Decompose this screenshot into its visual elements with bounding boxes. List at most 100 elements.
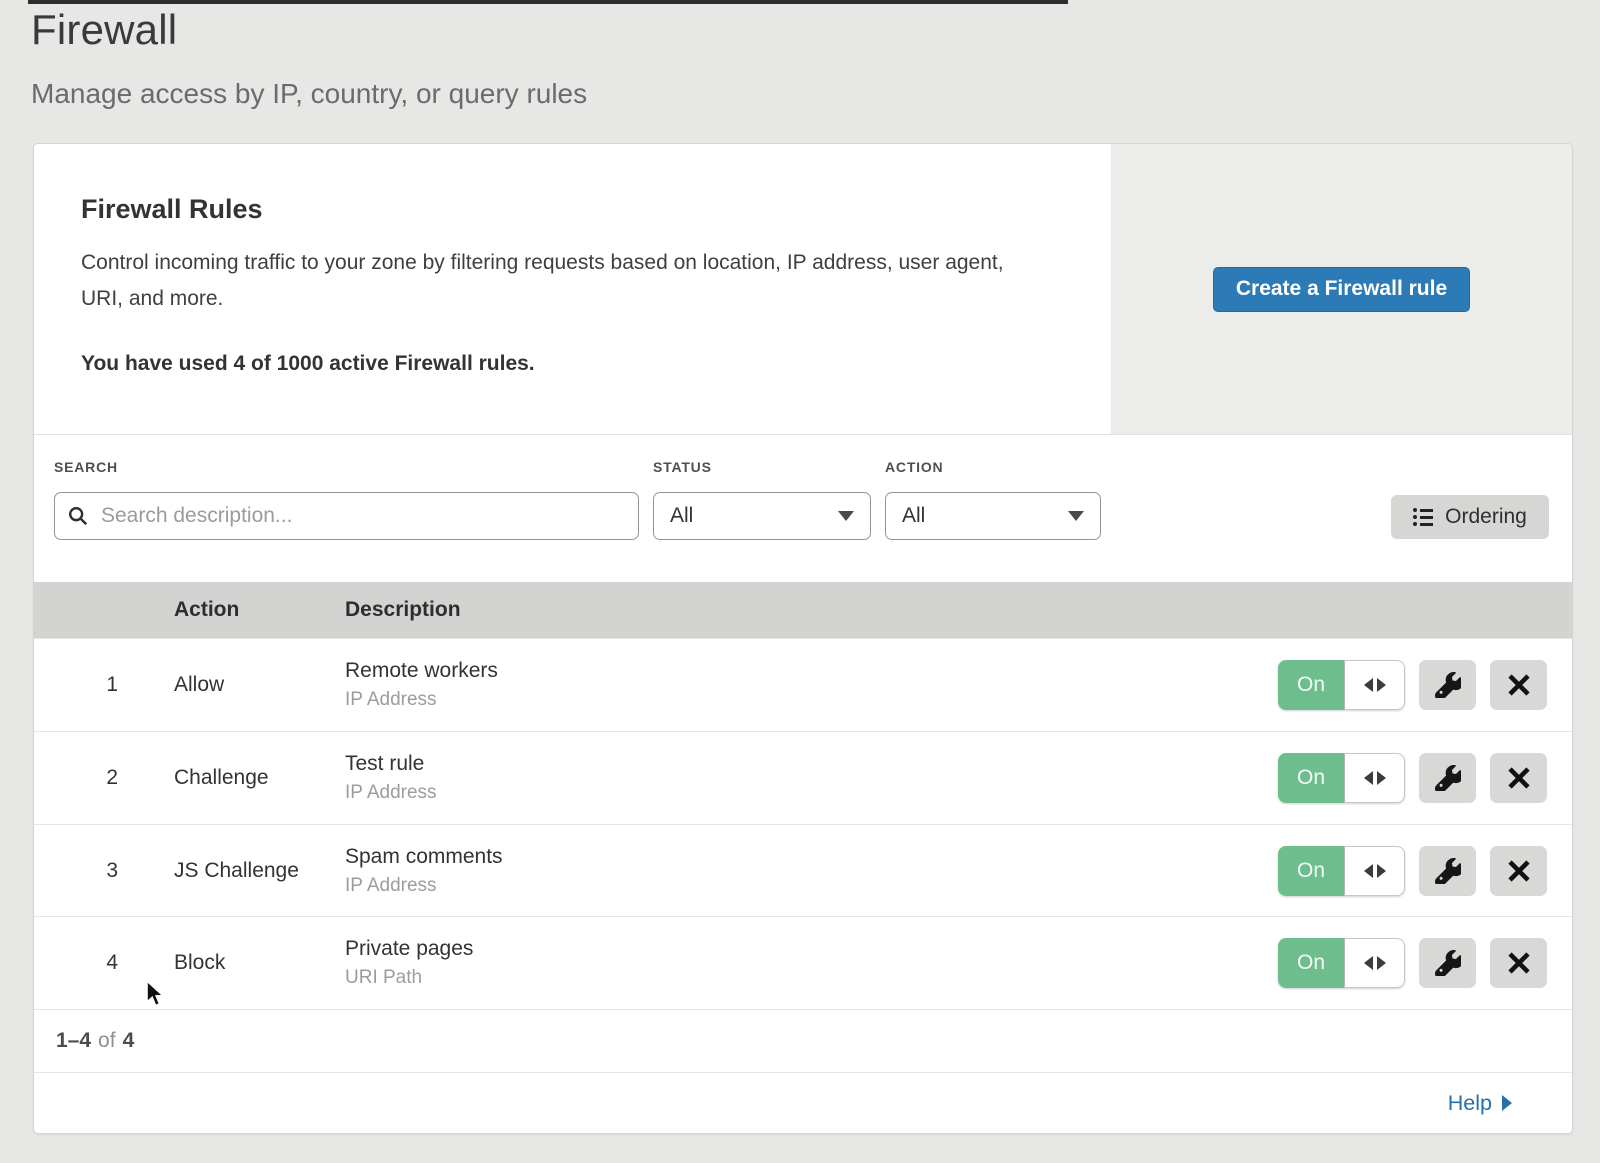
toggle-on-state[interactable]: On xyxy=(1278,753,1344,803)
rule-priority: 3 xyxy=(34,859,167,883)
rule-description: Private pages xyxy=(345,937,1278,961)
ordering-button[interactable]: Ordering xyxy=(1391,495,1549,539)
usage-summary: You have used 4 of 1000 active Firewall … xyxy=(81,352,1071,376)
rule-action: Challenge xyxy=(167,766,345,790)
rule-priority: 2 xyxy=(34,766,167,790)
wrench-icon xyxy=(1435,950,1461,976)
action-selected-value: All xyxy=(902,504,925,528)
delete-rule-button[interactable] xyxy=(1490,660,1547,710)
edit-rule-button[interactable] xyxy=(1419,938,1476,988)
arrow-left-icon xyxy=(1364,678,1373,692)
page-subtitle: Manage access by IP, country, or query r… xyxy=(31,78,587,110)
close-icon xyxy=(1507,951,1531,975)
rule-description-cell: Remote workers IP Address xyxy=(345,659,1278,711)
rule-enabled-toggle[interactable]: On xyxy=(1278,938,1405,988)
toggle-drag-handle[interactable] xyxy=(1344,938,1405,988)
rule-description-cell: Test rule IP Address xyxy=(345,752,1278,804)
table-row: 2 Challenge Test rule IP Address On xyxy=(34,731,1572,824)
rule-controls: On xyxy=(1278,846,1572,896)
wrench-icon xyxy=(1435,858,1461,884)
create-firewall-rule-button[interactable]: Create a Firewall rule xyxy=(1213,267,1470,312)
intro-text-block: Firewall Rules Control incoming traffic … xyxy=(34,144,1111,434)
page-title: Firewall xyxy=(31,6,177,54)
rule-enabled-toggle[interactable]: On xyxy=(1278,753,1405,803)
rule-match-type: URI Path xyxy=(345,967,1278,989)
rule-description: Spam comments xyxy=(345,845,1278,869)
section-heading: Firewall Rules xyxy=(81,194,1071,225)
rule-priority: 1 xyxy=(34,673,167,697)
pagination-total: 4 xyxy=(123,1029,135,1053)
rule-priority: 4 xyxy=(34,951,167,975)
rule-description: Test rule xyxy=(345,752,1278,776)
action-column-header: Action xyxy=(167,598,345,622)
toggle-drag-handle[interactable] xyxy=(1344,753,1405,803)
description-column-header: Description xyxy=(345,598,1572,622)
ordering-button-label: Ordering xyxy=(1445,505,1527,529)
rule-description-cell: Spam comments IP Address xyxy=(345,845,1278,897)
arrow-right-icon xyxy=(1377,956,1386,970)
rule-action: Allow xyxy=(167,673,345,697)
close-icon xyxy=(1507,859,1531,883)
ordered-list-icon xyxy=(1413,508,1433,526)
table-row: 3 JS Challenge Spam comments IP Address … xyxy=(34,824,1572,917)
firewall-rules-card: Firewall Rules Control incoming traffic … xyxy=(33,143,1573,1134)
rule-controls: On xyxy=(1278,753,1572,803)
rule-match-type: IP Address xyxy=(345,689,1278,711)
status-selected-value: All xyxy=(670,504,693,528)
section-description: Control incoming traffic to your zone by… xyxy=(81,245,1031,317)
search-input[interactable] xyxy=(54,492,639,540)
arrow-left-icon xyxy=(1364,956,1373,970)
edit-rule-button[interactable] xyxy=(1419,753,1476,803)
rule-match-type: IP Address xyxy=(345,782,1278,804)
rule-controls: On xyxy=(1278,938,1572,988)
arrow-right-icon xyxy=(1377,864,1386,878)
search-icon xyxy=(67,505,89,527)
rule-enabled-toggle[interactable]: On xyxy=(1278,660,1405,710)
search-label: SEARCH xyxy=(54,459,639,475)
arrow-right-icon xyxy=(1377,678,1386,692)
toggle-on-state[interactable]: On xyxy=(1278,846,1344,896)
chevron-right-icon xyxy=(1502,1095,1512,1111)
table-row: 1 Allow Remote workers IP Address On xyxy=(34,638,1572,731)
filter-bar: SEARCH STATUS All ACTION All xyxy=(34,435,1572,582)
arrow-left-icon xyxy=(1364,864,1373,878)
close-icon xyxy=(1507,766,1531,790)
screenshot-edge-artifact xyxy=(28,0,1068,4)
status-field: STATUS All xyxy=(653,459,871,540)
wrench-icon xyxy=(1435,765,1461,791)
wrench-icon xyxy=(1435,672,1461,698)
delete-rule-button[interactable] xyxy=(1490,938,1547,988)
pagination-range: 1–4 xyxy=(56,1029,91,1053)
edit-rule-button[interactable] xyxy=(1419,846,1476,896)
pagination: 1–4 of 4 xyxy=(34,1009,1572,1072)
rule-controls: On xyxy=(1278,660,1572,710)
arrow-left-icon xyxy=(1364,771,1373,785)
status-label: STATUS xyxy=(653,459,871,475)
card-footer: Help xyxy=(34,1072,1572,1133)
action-select[interactable]: All xyxy=(885,492,1101,540)
close-icon xyxy=(1507,673,1531,697)
delete-rule-button[interactable] xyxy=(1490,846,1547,896)
toggle-drag-handle[interactable] xyxy=(1344,660,1405,710)
intro-section: Firewall Rules Control incoming traffic … xyxy=(34,144,1572,435)
table-header: Action Description xyxy=(34,582,1572,638)
pagination-of: of xyxy=(98,1029,116,1053)
create-rule-panel: Create a Firewall rule xyxy=(1111,144,1572,434)
toggle-drag-handle[interactable] xyxy=(1344,846,1405,896)
toggle-on-state[interactable]: On xyxy=(1278,938,1344,988)
help-link[interactable]: Help xyxy=(1448,1091,1512,1116)
toggle-on-state[interactable]: On xyxy=(1278,660,1344,710)
delete-rule-button[interactable] xyxy=(1490,753,1547,803)
search-field: SEARCH xyxy=(54,459,639,540)
table-row: 4 Block Private pages URI Path On xyxy=(34,916,1572,1009)
rule-action: JS Challenge xyxy=(167,859,345,883)
edit-rule-button[interactable] xyxy=(1419,660,1476,710)
rule-description: Remote workers xyxy=(345,659,1278,683)
rule-match-type: IP Address xyxy=(345,875,1278,897)
chevron-down-icon xyxy=(1068,511,1084,521)
rule-enabled-toggle[interactable]: On xyxy=(1278,846,1405,896)
arrow-right-icon xyxy=(1377,771,1386,785)
rule-action: Block xyxy=(167,951,345,975)
chevron-down-icon xyxy=(838,511,854,521)
status-select[interactable]: All xyxy=(653,492,871,540)
